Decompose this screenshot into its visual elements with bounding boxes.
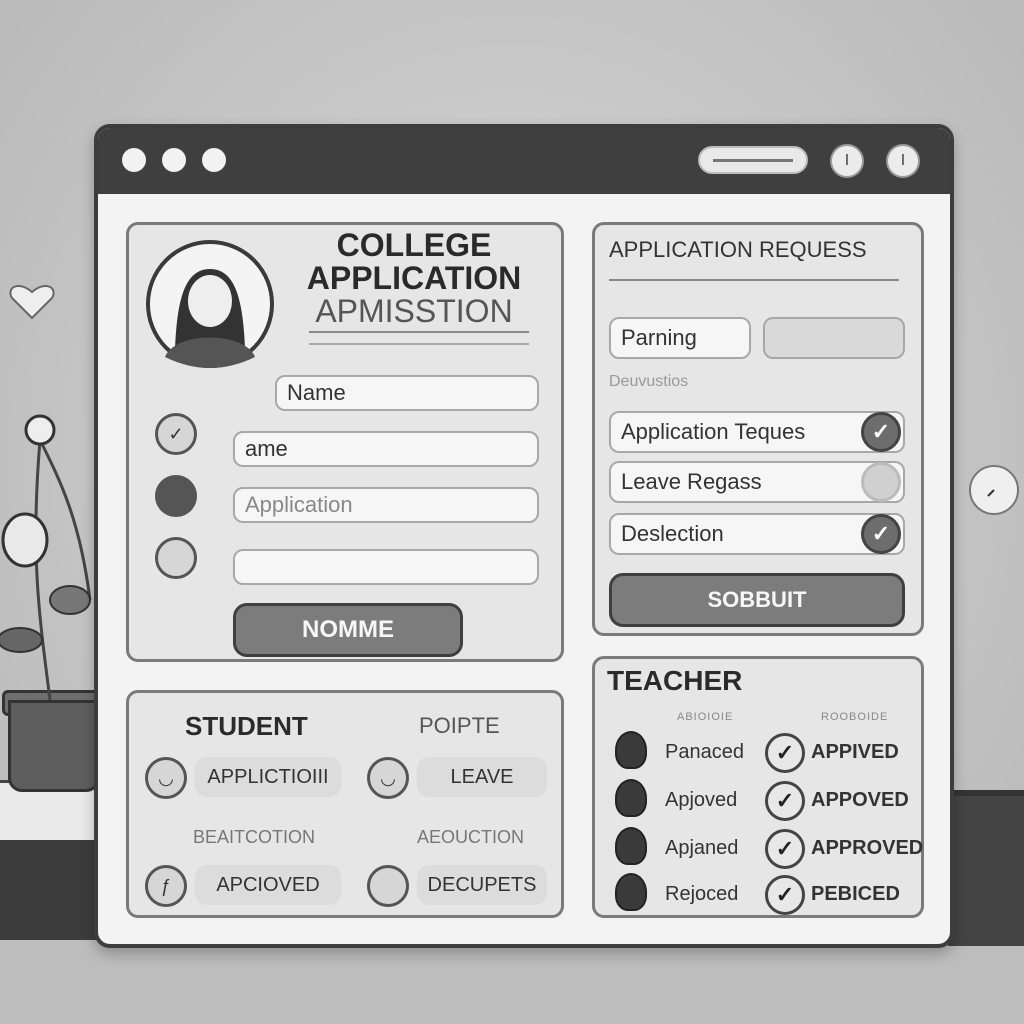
student-item-application[interactable]: APPLICTIOIII	[195, 757, 341, 797]
window-titlebar: ▬▬▬▬▬▬▬▬ I I	[98, 128, 950, 194]
radio-option-1[interactable]: ✓	[155, 413, 197, 455]
radio-option-2[interactable]	[155, 475, 197, 517]
extra-field[interactable]	[233, 549, 539, 585]
window-dot-maximize[interactable]	[202, 148, 226, 172]
teacher-avatar-3	[615, 827, 647, 865]
window-button-1[interactable]: I	[830, 144, 864, 178]
student-item-approved[interactable]: APCIOVED	[195, 865, 341, 905]
teacher-title: TEACHER	[607, 665, 743, 696]
teacher-status-1: Panaced	[665, 741, 744, 763]
app-window: ▬▬▬▬▬▬▬▬ I I COLLEGE APPLICATION APMISST…	[94, 124, 954, 948]
address-bar[interactable]: ▬▬▬▬▬▬▬▬	[698, 146, 808, 174]
plant-pot	[8, 700, 100, 792]
option-label: Leave Regass	[621, 469, 762, 494]
teacher-status-4: Rejoced	[665, 883, 739, 905]
window-dot-close[interactable]	[122, 148, 146, 172]
teacher-status-3: Apjaned	[665, 837, 739, 859]
pencil-cup	[948, 790, 1024, 946]
student-radio-1[interactable]: ◡	[145, 757, 187, 799]
student-item-deduction-left: BEAITCOTION	[193, 827, 316, 847]
student-title: STUDENT	[185, 711, 308, 741]
request-divider	[609, 279, 899, 281]
form-title-line3: APMISSTION	[315, 293, 513, 329]
teacher-avatar-2	[615, 779, 647, 817]
option-label: Application Teques	[621, 419, 806, 444]
heart-icon	[9, 284, 55, 320]
form-title-line2: APPLICATION	[306, 260, 522, 296]
application-form-panel: COLLEGE APPLICATION APMISSTION Name ✓ am…	[126, 222, 564, 662]
empty-chip[interactable]	[763, 317, 905, 359]
teacher-avatar-1	[615, 731, 647, 769]
request-panel: APPLICATION REQUESS Parning Deuvustios A…	[592, 222, 924, 636]
student-radio-4[interactable]	[367, 865, 409, 907]
teacher-col-left: ABIOIOIE	[677, 711, 734, 723]
surname-field[interactable]: ame	[233, 431, 539, 467]
window-dot-minimize[interactable]	[162, 148, 186, 172]
student-radio-3[interactable]: ƒ	[145, 865, 187, 907]
teacher-avatar-4	[615, 873, 647, 911]
teacher-result-3: APPROVED	[811, 837, 924, 859]
clock-icon	[969, 465, 1019, 515]
window-button-2[interactable]: I	[886, 144, 920, 178]
teacher-result-2: APPOVED	[811, 789, 909, 811]
student-radio-2[interactable]: ◡	[367, 757, 409, 799]
title-divider-2	[309, 343, 529, 345]
floor	[0, 938, 1024, 1024]
teacher-panel: TEACHER ABIOIOIE ROOBOIDE Panaced ✓ APPI…	[592, 656, 924, 918]
check-icon[interactable]: ✓	[861, 412, 901, 452]
check-icon[interactable]: ✓	[861, 514, 901, 554]
plant-icon	[0, 414, 92, 700]
name-field[interactable]: Name	[275, 375, 539, 411]
check-icon[interactable]: ✓	[765, 875, 805, 915]
check-icon[interactable]: ✓	[765, 829, 805, 869]
unchecked-circle-icon[interactable]	[861, 462, 901, 502]
form-submit-button[interactable]: NOMME	[233, 603, 463, 657]
teacher-result-4: PEBICED	[811, 883, 900, 905]
check-icon[interactable]: ✓	[765, 733, 805, 773]
check-icon[interactable]: ✓	[765, 781, 805, 821]
form-title: COLLEGE APPLICATION APMISSTION	[279, 225, 549, 328]
teacher-status-2: Apjoved	[665, 789, 738, 811]
student-panel: STUDENT POIPTE ◡ APPLICTIOIII ◡ LEAVE BE…	[126, 690, 564, 918]
section-label: Deuvustios	[609, 373, 689, 390]
application-field[interactable]: Application	[233, 487, 539, 523]
student-item-documents[interactable]: DECUPETS	[417, 865, 547, 905]
avatar-icon	[146, 240, 274, 368]
request-title: APPLICATION REQUESS	[609, 237, 867, 262]
radio-option-3[interactable]	[155, 537, 197, 579]
teacher-result-1: APPIVED	[811, 741, 899, 763]
planning-chip[interactable]: Parning	[609, 317, 751, 359]
title-divider	[309, 331, 529, 333]
option-label: Deslection	[621, 521, 724, 546]
form-title-line1: COLLEGE	[336, 227, 492, 263]
student-item-leave[interactable]: LEAVE	[417, 757, 547, 797]
teacher-col-right: ROOBOIDE	[821, 711, 889, 723]
student-title-right: POIPTE	[419, 713, 500, 738]
request-submit-button[interactable]: SOBBUIT	[609, 573, 905, 627]
student-item-deduction-right: AEOUCTION	[417, 827, 525, 847]
